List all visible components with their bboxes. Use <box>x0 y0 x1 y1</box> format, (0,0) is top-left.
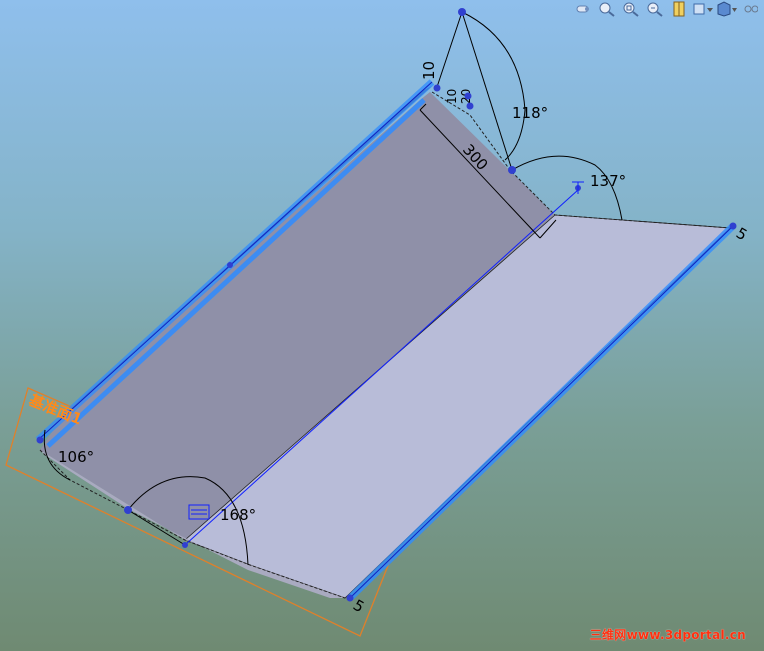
dimension-angle-right-text[interactable]: 137° <box>590 172 626 190</box>
graphics-viewport[interactable]: 300 118° 137° 168° 106° 10 10 5 5 基准面1 三… <box>0 0 764 651</box>
dimension-edge-right[interactable]: 5 <box>729 222 751 245</box>
dimension-angle-bottom-text[interactable]: 168° <box>220 506 256 524</box>
dimension-edge-bottom[interactable]: 5 <box>346 594 368 617</box>
zoom-to-area-icon[interactable] <box>620 1 642 17</box>
display-style-icon[interactable] <box>716 1 738 17</box>
hide-show-items-icon[interactable] <box>740 1 762 17</box>
rotate-view-icon[interactable] <box>572 1 594 17</box>
dimension-angle-left-text[interactable]: 106° <box>58 448 94 466</box>
dimension-angle-top-text[interactable]: 118° <box>512 104 548 122</box>
heads-up-toolbar <box>570 0 764 18</box>
origin-marker-icon[interactable] <box>572 181 584 194</box>
view-orientation-icon[interactable] <box>692 1 714 17</box>
dimension-offset-a-text[interactable]: 10 <box>420 61 438 80</box>
dimension-offset-b-text[interactable]: 10 <box>445 89 459 104</box>
section-view-icon[interactable] <box>668 1 690 17</box>
zoom-in-out-icon[interactable] <box>644 1 666 17</box>
model-scene[interactable]: 300 118° 137° 168° 106° 10 10 5 5 基准面1 <box>0 0 764 651</box>
watermark-text: 三维网www.3dportal.cn <box>589 628 746 642</box>
zoom-to-fit-icon[interactable] <box>596 1 618 17</box>
